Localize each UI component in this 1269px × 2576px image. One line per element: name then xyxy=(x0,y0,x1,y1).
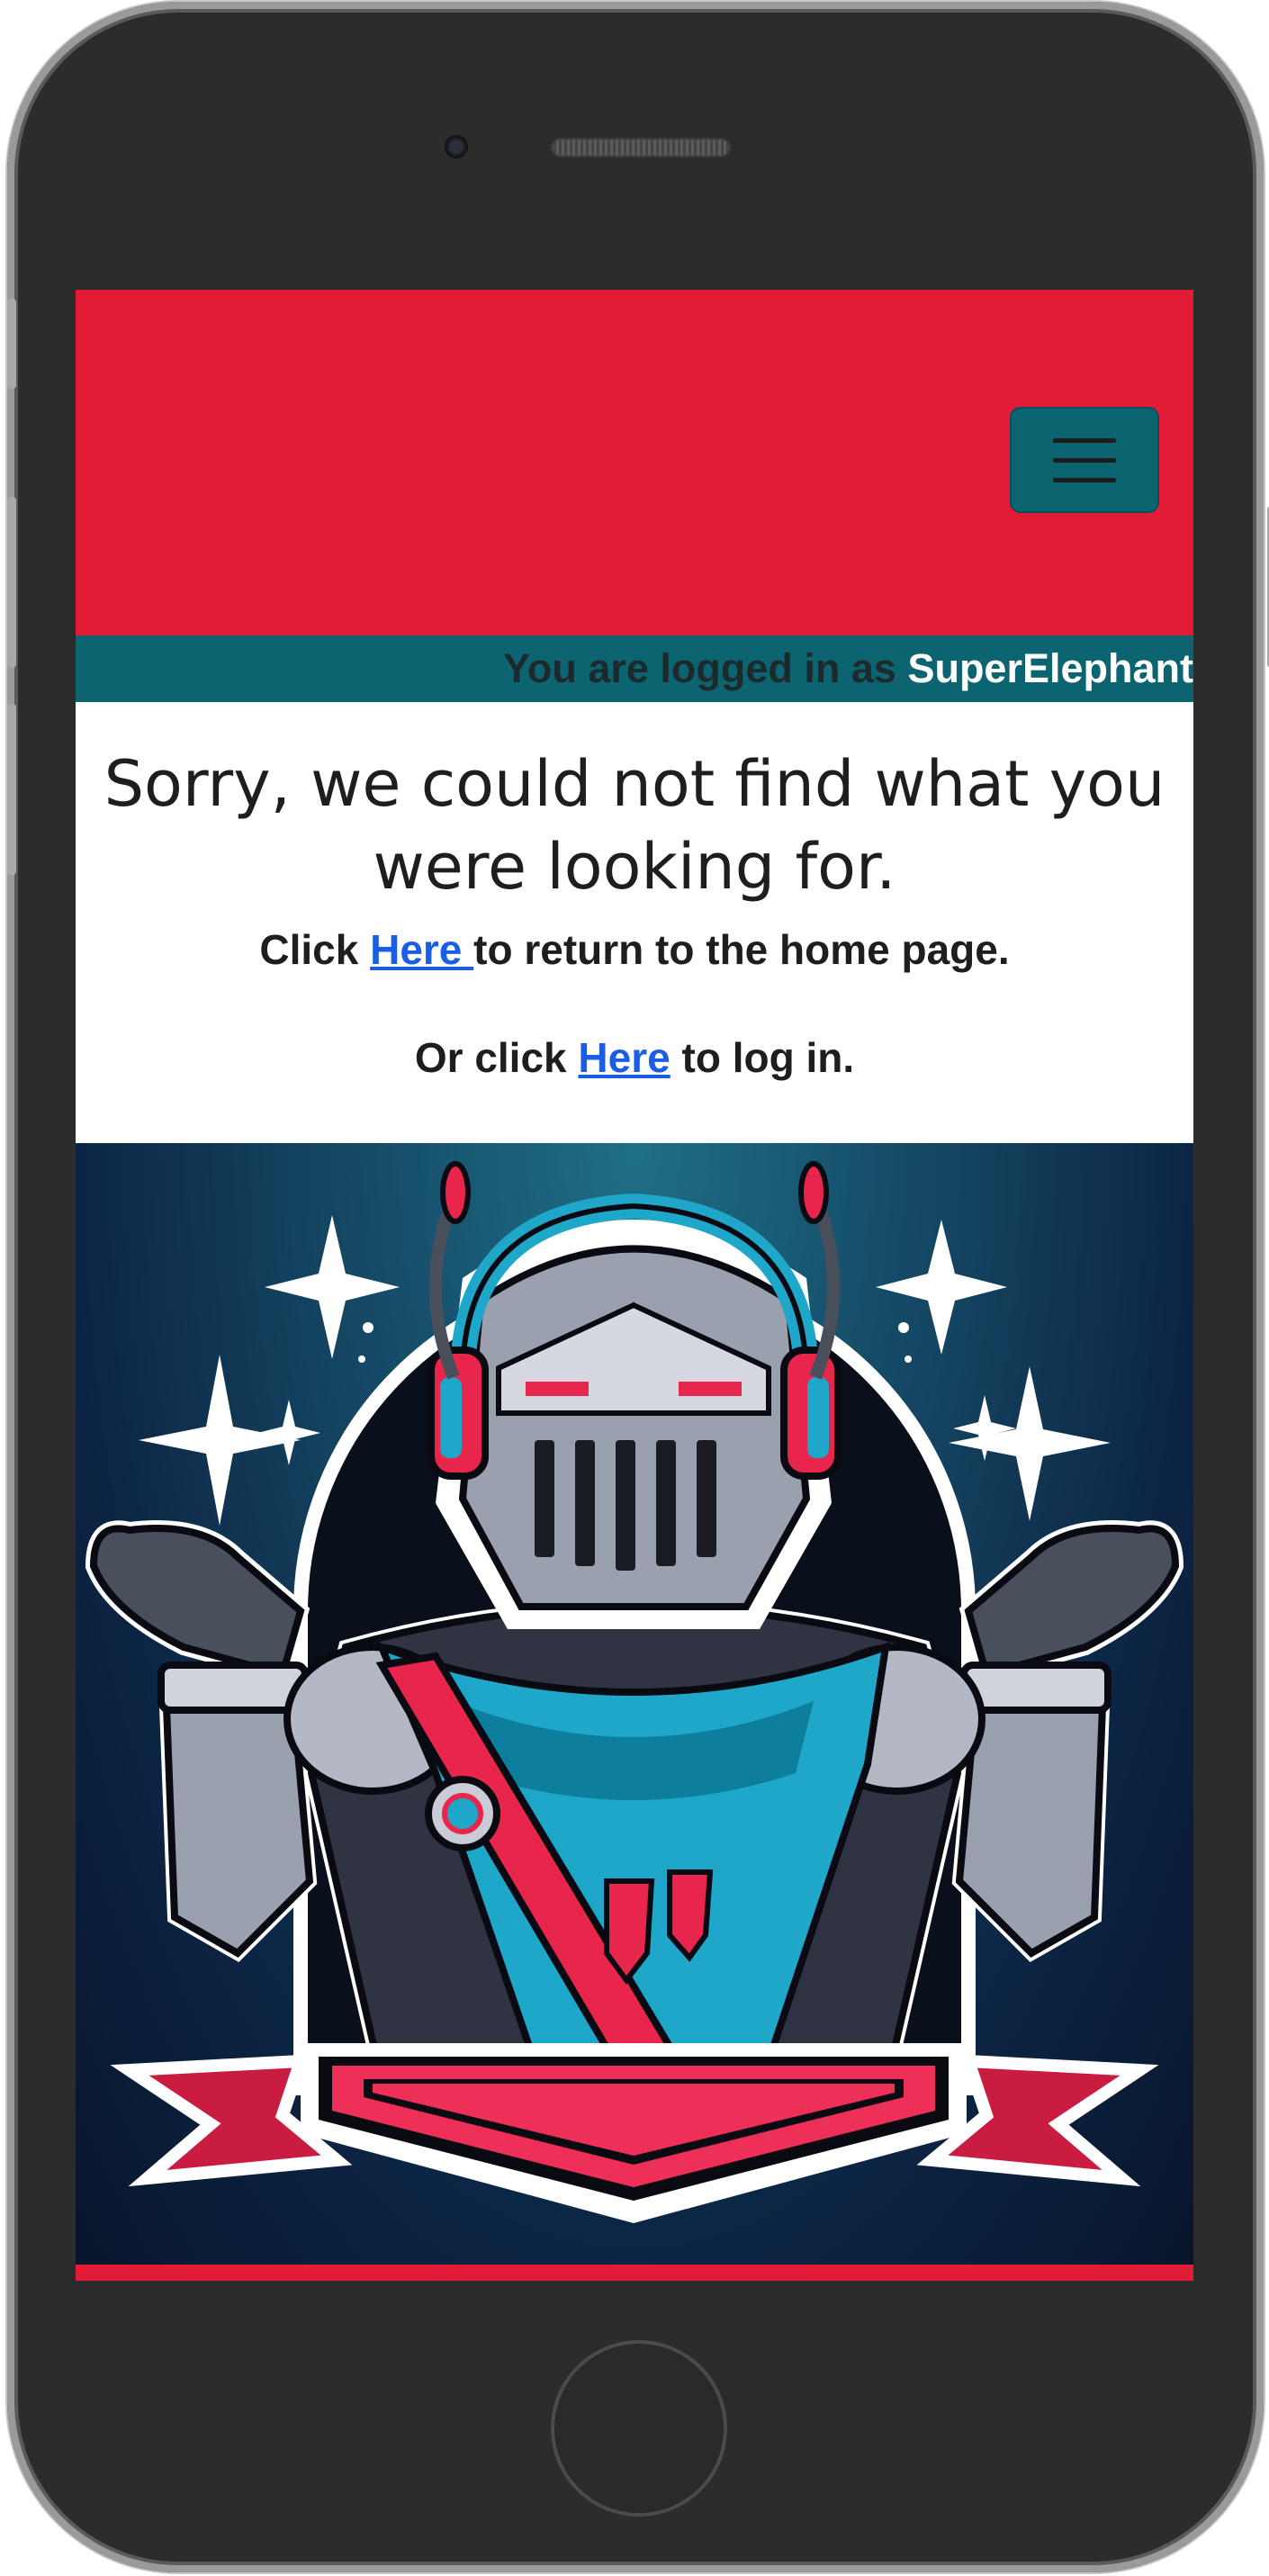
navbar-toggle-button[interactable] xyxy=(1010,407,1159,513)
home-link[interactable]: Here xyxy=(370,926,473,973)
login-link-line: Or click Here to log in. xyxy=(414,1034,855,1081)
phone-frame: You are logged in as SuperElephant Sorry… xyxy=(7,2,1269,2572)
screen: You are logged in as SuperElephant Sorry… xyxy=(76,290,1193,2281)
ribbon-banner xyxy=(110,2043,1159,2223)
home-link-line: Click Here to return to the home page. xyxy=(259,926,1010,973)
error-message-section: Sorry, we could not find what you were l… xyxy=(76,702,1193,1143)
left-gauntlet xyxy=(85,1520,318,1962)
login-status-text: You are logged in as xyxy=(503,645,908,691)
mute-switch xyxy=(7,299,16,389)
earpiece-speaker xyxy=(551,138,731,158)
username: SuperElephant xyxy=(907,645,1193,691)
front-camera xyxy=(445,135,468,158)
hamburger-icon xyxy=(1053,438,1116,443)
login-status-bar: You are logged in as SuperElephant xyxy=(76,635,1193,702)
page-title: Sorry, we could not find what you were l… xyxy=(104,747,1166,904)
login-link[interactable]: Here xyxy=(578,1034,670,1081)
footer-bar xyxy=(76,2265,1193,2281)
right-gauntlet xyxy=(951,1520,1184,1962)
volume-down-button xyxy=(7,704,16,875)
knight-illustration xyxy=(76,1143,1193,2265)
helmet-icon xyxy=(428,1161,842,1629)
navbar xyxy=(76,290,1193,635)
home-button[interactable] xyxy=(551,2340,727,2517)
volume-up-button xyxy=(7,497,16,668)
